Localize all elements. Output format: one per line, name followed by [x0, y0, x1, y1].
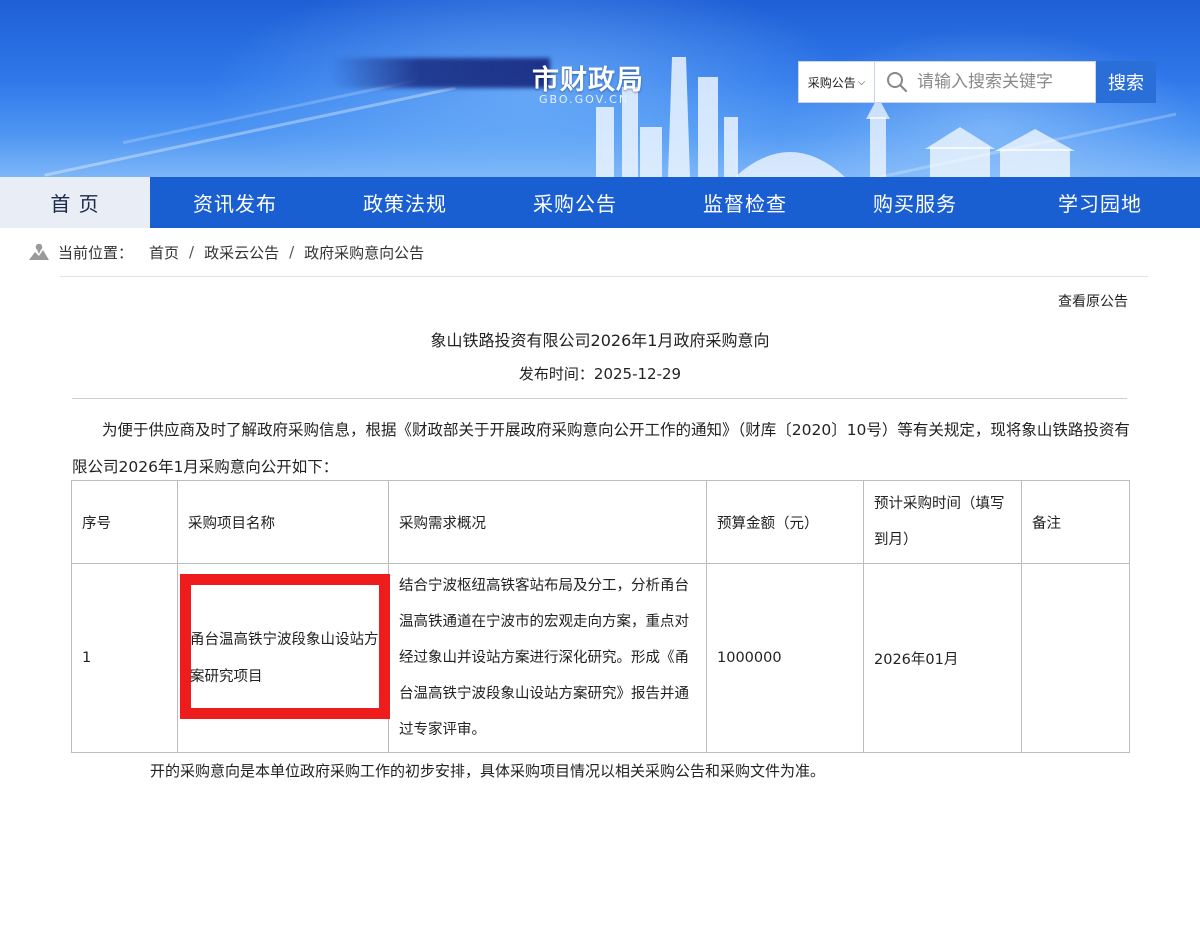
cell-expected-time: 2026年01月	[863, 563, 1022, 753]
column-header-remark: 备注	[1021, 480, 1130, 564]
intro-paragraph: 为便于供应商及时了解政府采购信息，根据《财政部关于开展政府采购意向公开工作的通知…	[72, 421, 1130, 476]
footer-note: 开的采购意向是本单位政府采购工作的初步安排，具体采购项目情况以相关采购公告和采购…	[150, 762, 826, 780]
cell-project-name: 甬台温高铁宁波段象山设站方案研究项目	[177, 563, 390, 753]
site-title: 市财政局	[532, 65, 644, 96]
column-header-requirement: 采购需求概况	[388, 480, 707, 564]
chevron-down-icon: ⌵	[857, 76, 866, 88]
nav-item-policy[interactable]: 政策法规	[320, 177, 490, 228]
site-banner: 市财政局 GBO.GOV.CN 采购公告 ⌵ 搜索	[0, 0, 1200, 177]
cell-index: 1	[71, 563, 178, 753]
breadcrumb-item-zcy[interactable]: 政采云公告	[204, 242, 279, 263]
column-header-project-name: 采购项目名称	[177, 480, 389, 564]
search-category-label: 采购公告	[807, 75, 856, 90]
search-input[interactable]	[917, 72, 1092, 92]
search-input-wrapper	[874, 61, 1096, 103]
breadcrumb-separator: /	[289, 243, 295, 261]
column-header-budget: 预算金额（元）	[706, 480, 864, 564]
breadcrumb-prefix: 当前位置：	[58, 243, 134, 262]
search-button[interactable]: 搜索	[1096, 61, 1156, 103]
page-title: 象山铁路投资有限公司2026年1月政府采购意向	[430, 331, 770, 350]
site-domain: GBO.GOV.CN	[539, 93, 630, 106]
table-row: 1 甬台温高铁宁波段象山设站方案研究项目 结合宁波枢纽高铁客站布局及分工，分析甬…	[71, 563, 1130, 753]
cell-requirement: 结合宁波枢纽高铁客站布局及分工，分析甬台温高铁通道在宁波市的宏观走向方案，重点对…	[388, 563, 707, 753]
nav-item-procurement[interactable]: 采购公告	[490, 177, 660, 228]
breadcrumb-divider	[60, 276, 1148, 277]
breadcrumb: 当前位置： 首页 / 政采云公告 / 政府采购意向公告	[28, 240, 424, 264]
breadcrumb-item-current[interactable]: 政府采购意向公告	[304, 242, 424, 263]
nav-item-learning[interactable]: 学习园地	[1000, 177, 1200, 228]
breadcrumb-item-home[interactable]: 首页	[149, 242, 179, 263]
search-icon	[887, 72, 908, 93]
project-name-text: 甬台温高铁宁波段象山设站方案研究项目	[190, 632, 379, 685]
title-divider	[72, 398, 1127, 399]
column-header-index: 序号	[71, 480, 178, 564]
cell-remark	[1021, 563, 1130, 753]
nav-item-news[interactable]: 资讯发布	[150, 177, 320, 228]
procurement-table: 序号 采购项目名称 采购需求概况 预算金额（元） 预计采购时间（填写到月） 备注…	[71, 480, 1130, 753]
location-map-icon	[29, 243, 49, 260]
table-header-row: 序号 采购项目名称 采购需求概况 预算金额（元） 预计采购时间（填写到月） 备注	[71, 480, 1130, 564]
column-header-expected-time: 预计采购时间（填写到月）	[863, 480, 1022, 564]
nav-item-services[interactable]: 购买服务	[830, 177, 1000, 228]
search-bar: 采购公告 ⌵ 搜索	[798, 61, 1158, 103]
breadcrumb-separator: /	[189, 243, 195, 261]
nav-item-supervision[interactable]: 监督检查	[660, 177, 830, 228]
site-name-strip	[330, 58, 550, 88]
main-nav: 首 页 资讯发布 政策法规 采购公告 监督检查 购买服务 学习园地	[0, 177, 1200, 228]
publish-time: 发布时间：2025-12-29	[518, 365, 682, 383]
cell-budget: 1000000	[706, 563, 864, 753]
search-category-select[interactable]: 采购公告 ⌵	[798, 61, 874, 103]
nav-item-home[interactable]: 首 页	[0, 177, 150, 228]
view-original-link[interactable]: 查看原公告	[1058, 291, 1128, 311]
